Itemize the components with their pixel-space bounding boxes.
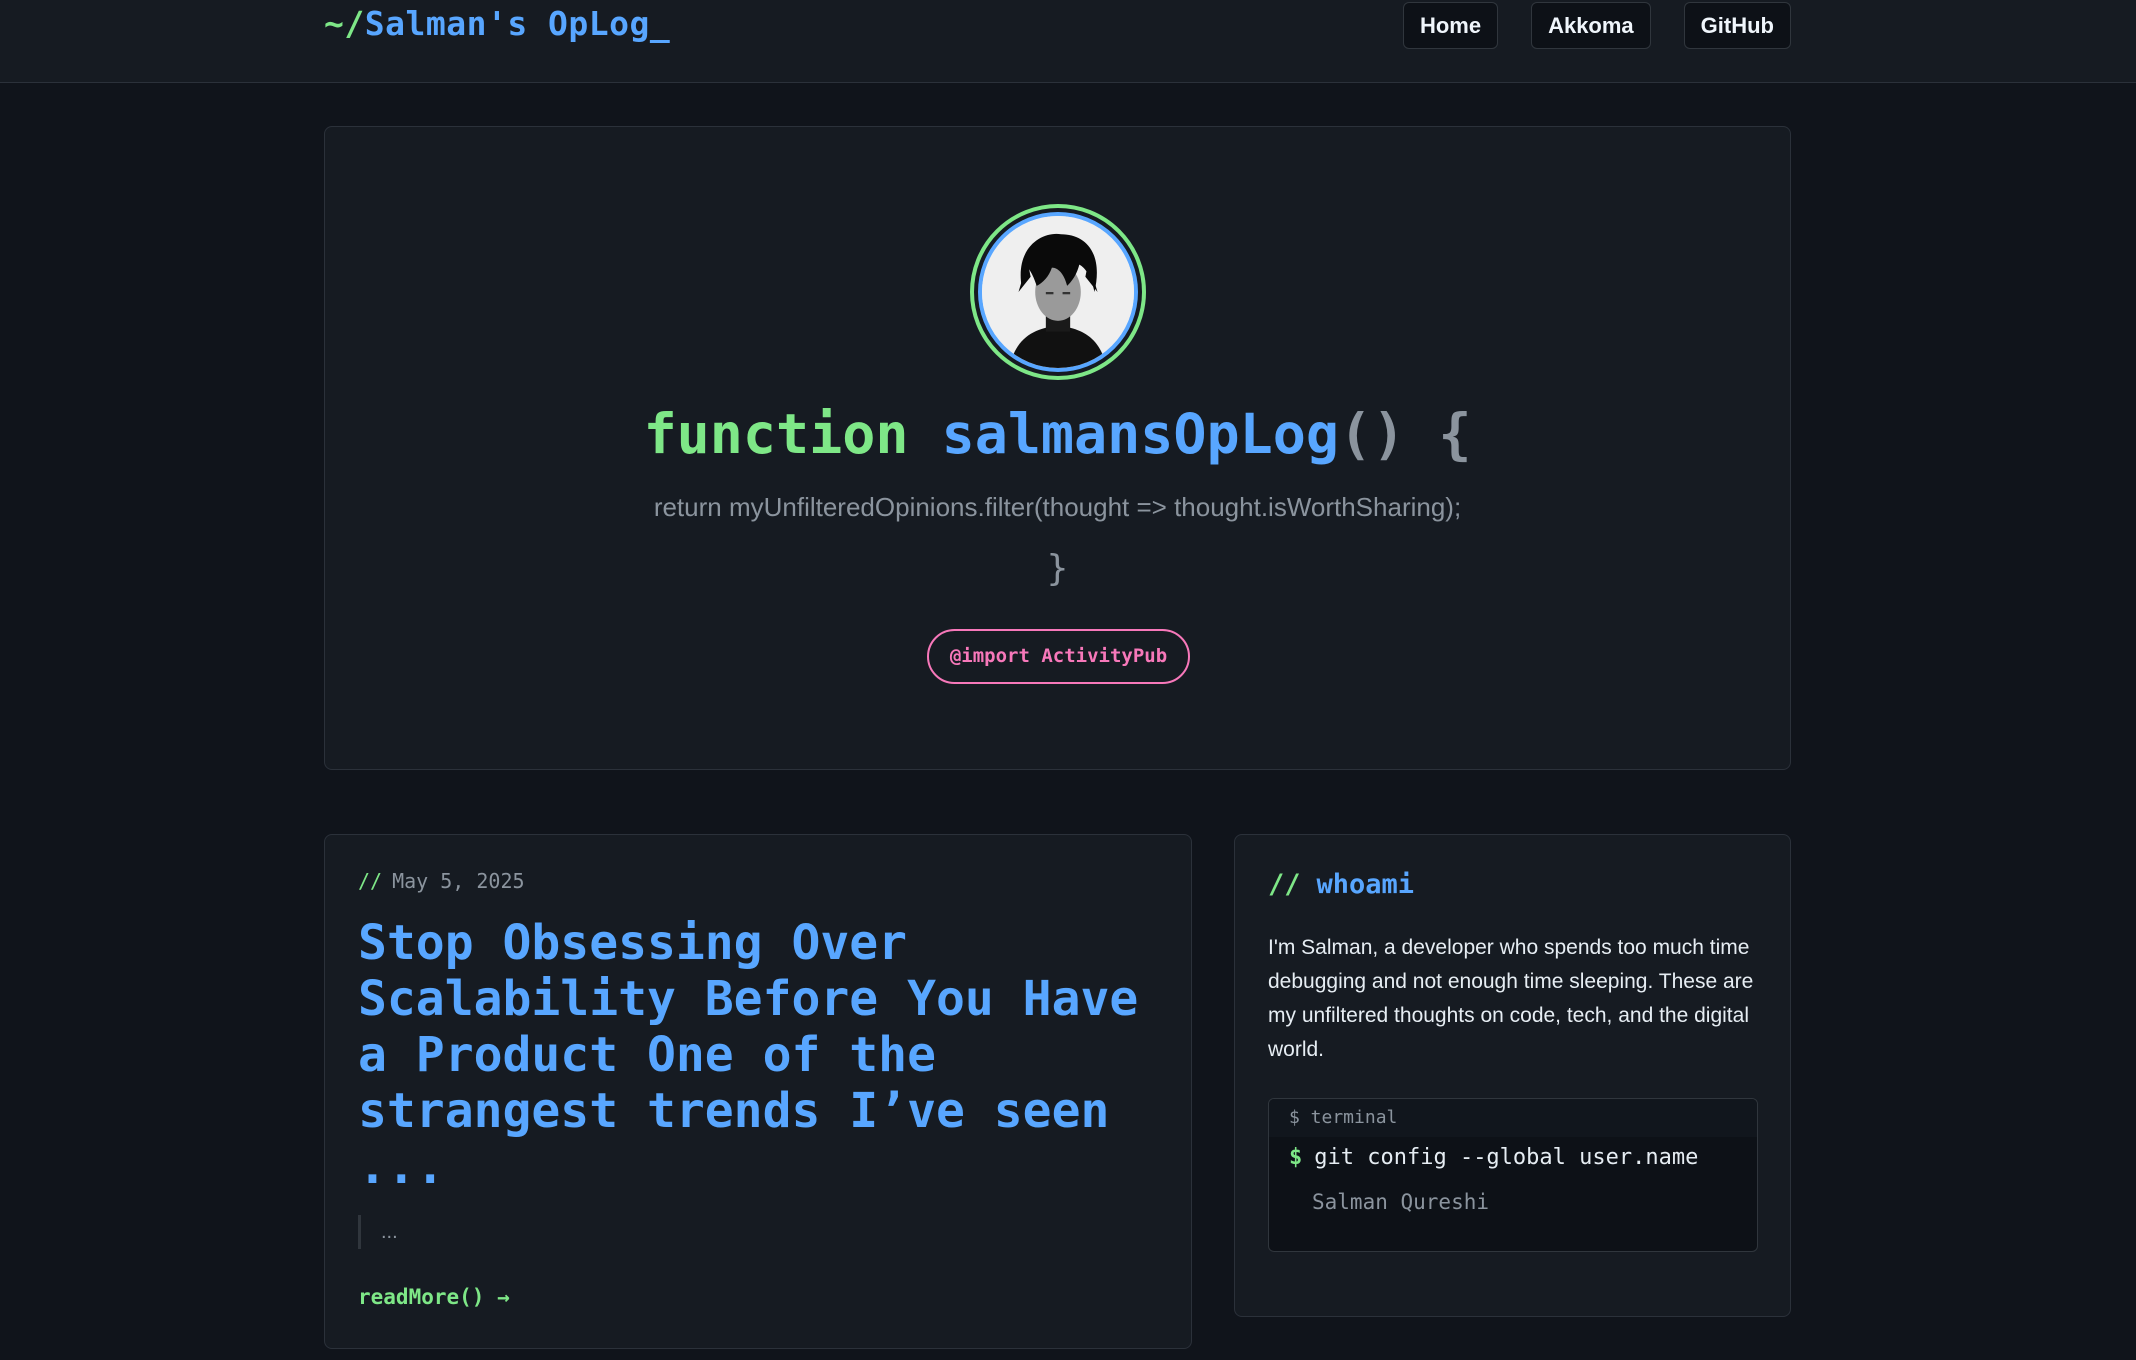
terminal-command-line: $ git config --global user.name [1269,1141,1757,1175]
hero-card: function salmansOpLog() { return myUnfil… [324,126,1791,770]
post-excerpt: ... [358,1215,398,1249]
post-date-text: May 5, 2025 [392,869,525,893]
whoami-title: whoami [1316,869,1415,900]
function-keyword: function [643,402,909,466]
main-nav: Home Akkoma GitHub [1402,2,1791,49]
bio-text: I'm Salman, a developer who spends too m… [1268,936,1754,1061]
close-brace: } [1046,548,1069,589]
avatar [970,204,1146,380]
site-logo[interactable]: ~/Salman's OpLog_ [324,4,670,43]
function-name: salmansOpLog [941,402,1339,466]
post-date: // May 5, 2025 [358,869,525,893]
terminal-prompt: $ [1289,1145,1303,1170]
open-brace: { [1438,402,1472,466]
logo-text: Salman's OpLog_ [364,4,671,43]
nav-github-link[interactable]: GitHub [1683,2,1791,49]
terminal-block: $ terminal $ git config --global user.nam… [1268,1098,1758,1252]
whoami-card: // whoami I'm Salman, a developer who spe… [1234,834,1791,1317]
function-parens: () [1338,402,1406,466]
whoami-heading: // whoami [1268,869,1414,900]
nav-home-link[interactable]: Home [1402,2,1499,49]
top-navbar: ~/Salman's OpLog_ Home Akkoma GitHub [0,0,2136,83]
avatar-image [978,212,1138,372]
terminal-command: git config --global user.name [1314,1145,1699,1170]
comment-slashes: // [358,869,383,893]
post-card: // May 5, 2025 Stop Obsessing Over Scalab… [324,834,1192,1349]
logo-prefix: ~/ [324,4,365,43]
read-more-link[interactable]: readMore() → [358,1285,510,1309]
post-title-link[interactable]: Stop Obsessing Over Scalability Before Y… [358,915,1148,1195]
activitypub-import-button[interactable]: @import ActivityPub [927,629,1190,684]
hero-function-heading: function salmansOpLog() { [325,402,1790,466]
anime-portrait-icon [982,216,1134,368]
nav-akkoma-link[interactable]: Akkoma [1531,2,1651,49]
hero-tagline: return myUnfilteredOpinions.filter(thoug… [653,492,1462,522]
terminal-header: $ terminal [1269,1099,1757,1137]
terminal-output: Salman Qureshi [1312,1190,1490,1214]
comment-slashes: // [1268,869,1301,900]
